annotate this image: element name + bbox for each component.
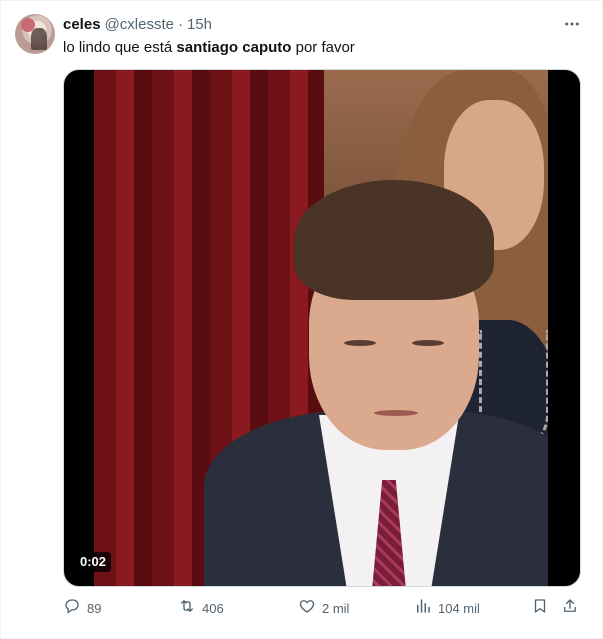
retweet-icon xyxy=(178,597,196,621)
tweet-header: celes @cxlesste · 15h xyxy=(63,16,212,34)
tweet-text-start: lo lindo que está xyxy=(63,39,177,56)
heart-icon xyxy=(298,597,316,621)
share-icon xyxy=(561,597,579,621)
like-count: 2 mil xyxy=(322,601,350,616)
tweet-text-end: por favor xyxy=(291,39,355,56)
tweet-text-bold: santiago caputo xyxy=(176,39,292,56)
bookmark-icon xyxy=(531,597,549,621)
bookmark-button[interactable] xyxy=(531,599,549,619)
bar-chart-icon xyxy=(414,597,432,621)
like-button[interactable]: 2 mil xyxy=(298,599,349,619)
author-handle[interactable]: @cxlesste xyxy=(105,16,174,34)
video-frame xyxy=(94,70,548,586)
tweet-text: lo lindo que está santiago caputo por fa… xyxy=(63,38,583,58)
video-duration: 0:02 xyxy=(75,552,112,572)
tweet-card[interactable]: celes @cxlesste · 15h lo lindo que está … xyxy=(0,0,603,639)
man-hair xyxy=(294,180,494,300)
action-bar: 89 406 2 mil 104 mil xyxy=(63,599,583,619)
views-button[interactable]: 104 mil xyxy=(414,599,480,619)
retweet-button[interactable]: 406 xyxy=(178,599,224,619)
avatar[interactable] xyxy=(15,14,55,54)
separator-dot: · xyxy=(177,16,183,33)
reply-icon xyxy=(63,597,81,621)
timestamp[interactable]: 15h xyxy=(187,16,212,34)
video-player[interactable]: 0:02 xyxy=(63,69,581,587)
retweet-count: 406 xyxy=(202,601,224,616)
man-eye-left xyxy=(344,340,376,346)
views-count: 104 mil xyxy=(438,601,480,616)
share-button[interactable] xyxy=(561,599,579,619)
author-name[interactable]: celes xyxy=(63,16,101,34)
man-eye-right xyxy=(412,340,444,346)
reply-count: 89 xyxy=(87,601,102,616)
more-dots-icon[interactable] xyxy=(562,14,582,34)
man-mouth xyxy=(374,410,418,416)
reply-button[interactable]: 89 xyxy=(63,599,101,619)
